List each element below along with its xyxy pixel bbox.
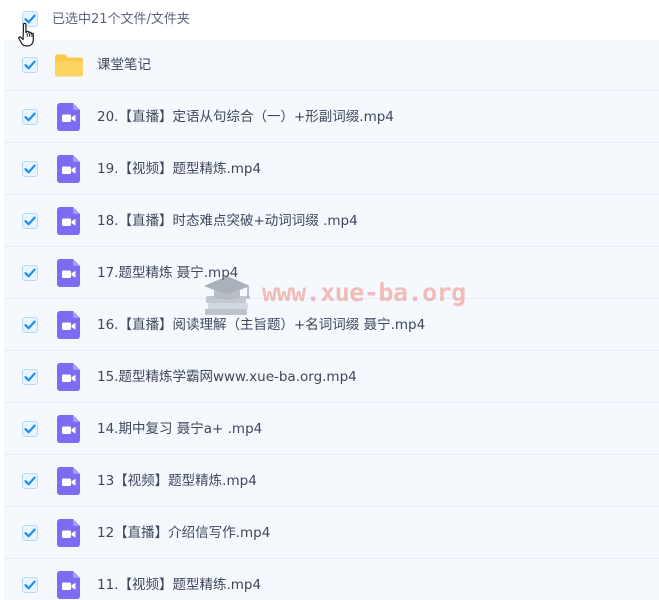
file-row[interactable]: 17.题型精炼 聂宁.mp4 <box>4 247 659 299</box>
file-name[interactable]: 课堂笔记 <box>97 55 151 75</box>
file-name[interactable]: 13【视频】题型精炼.mp4 <box>97 471 257 491</box>
checkmark-icon <box>24 268 36 277</box>
file-name[interactable]: 19.【视频】题型精炼.mp4 <box>97 159 261 179</box>
file-row[interactable]: 15.题型精炼学霸网www.xue-ba.org.mp4 <box>4 351 659 403</box>
checkmark-icon <box>24 372 36 381</box>
row-checkbox[interactable] <box>22 316 38 333</box>
file-name[interactable]: 18.【直播】时态难点突破+动词词缀 .mp4 <box>97 211 358 231</box>
video-file-icon <box>54 362 84 392</box>
file-name[interactable]: 17.题型精炼 聂宁.mp4 <box>97 263 238 283</box>
row-checkbox[interactable] <box>22 420 38 437</box>
checkmark-icon <box>24 580 36 589</box>
file-row[interactable]: 16.【直播】阅读理解（主旨题）+名词词缀 聂宁.mp4 <box>4 299 659 351</box>
checkmark-icon <box>24 216 36 225</box>
file-name[interactable]: 20.【直播】定语从句综合（一）+形副词缀.mp4 <box>97 107 394 127</box>
video-file-icon <box>54 102 84 132</box>
checkmark-icon <box>24 164 36 173</box>
checkmark-icon <box>24 528 36 537</box>
checkmark-icon <box>24 60 36 70</box>
video-file-icon <box>54 466 84 496</box>
row-checkbox[interactable] <box>22 524 38 541</box>
video-file-icon <box>54 414 84 444</box>
file-row[interactable]: 18.【直播】时态难点突破+动词词缀 .mp4 <box>4 195 659 247</box>
row-checkbox[interactable] <box>22 160 38 177</box>
video-file-icon <box>54 206 84 236</box>
selection-count-text: 已选中21个文件/文件夹 <box>52 12 190 27</box>
row-checkbox[interactable] <box>22 57 38 73</box>
folder-icon <box>54 50 84 80</box>
row-checkbox[interactable] <box>22 576 38 593</box>
file-name[interactable]: 12【直播】介绍信写作.mp4 <box>97 523 270 543</box>
file-list-page: 已选中21个文件/文件夹 课堂笔记 20.【直播】定语从句综合（一）+形副词缀.m… <box>0 0 659 600</box>
video-file-icon <box>54 258 84 288</box>
file-row[interactable]: 14.期中复习 聂宁a+ .mp4 <box>4 403 659 455</box>
file-name[interactable]: 16.【直播】阅读理解（主旨题）+名词词缀 聂宁.mp4 <box>97 315 425 335</box>
video-file-icon <box>54 518 84 548</box>
checkmark-icon <box>24 424 36 433</box>
row-checkbox[interactable] <box>22 368 38 385</box>
video-file-icon <box>54 310 84 340</box>
file-name[interactable]: 15.题型精炼学霸网www.xue-ba.org.mp4 <box>97 367 357 387</box>
file-row[interactable]: 20.【直播】定语从句综合（一）+形副词缀.mp4 <box>4 91 659 143</box>
row-checkbox[interactable] <box>22 212 38 229</box>
file-row[interactable]: 12【直播】介绍信写作.mp4 <box>4 507 659 559</box>
file-row[interactable]: 11.【视频】题型精练.mp4 <box>4 559 659 600</box>
video-file-icon <box>54 154 84 184</box>
video-file-icon <box>54 570 84 600</box>
selection-header: 已选中21个文件/文件夹 <box>0 0 659 40</box>
checkmark-icon <box>24 112 36 121</box>
file-name[interactable]: 11.【视频】题型精练.mp4 <box>97 575 261 595</box>
row-checkbox[interactable] <box>22 264 38 281</box>
checkmark-icon <box>24 320 36 329</box>
row-checkbox[interactable] <box>22 108 38 125</box>
file-row[interactable]: 19.【视频】题型精炼.mp4 <box>4 143 659 195</box>
file-name[interactable]: 14.期中复习 聂宁a+ .mp4 <box>97 419 262 439</box>
hand-cursor-icon <box>18 22 34 47</box>
row-checkbox[interactable] <box>22 472 38 489</box>
checkmark-icon <box>24 476 36 485</box>
file-row[interactable]: 课堂笔记 <box>4 40 659 91</box>
file-list: 课堂笔记 20.【直播】定语从句综合（一）+形副词缀.mp4 19.【视频】题型精炼… <box>4 40 659 600</box>
file-row[interactable]: 13【视频】题型精炼.mp4 <box>4 455 659 507</box>
